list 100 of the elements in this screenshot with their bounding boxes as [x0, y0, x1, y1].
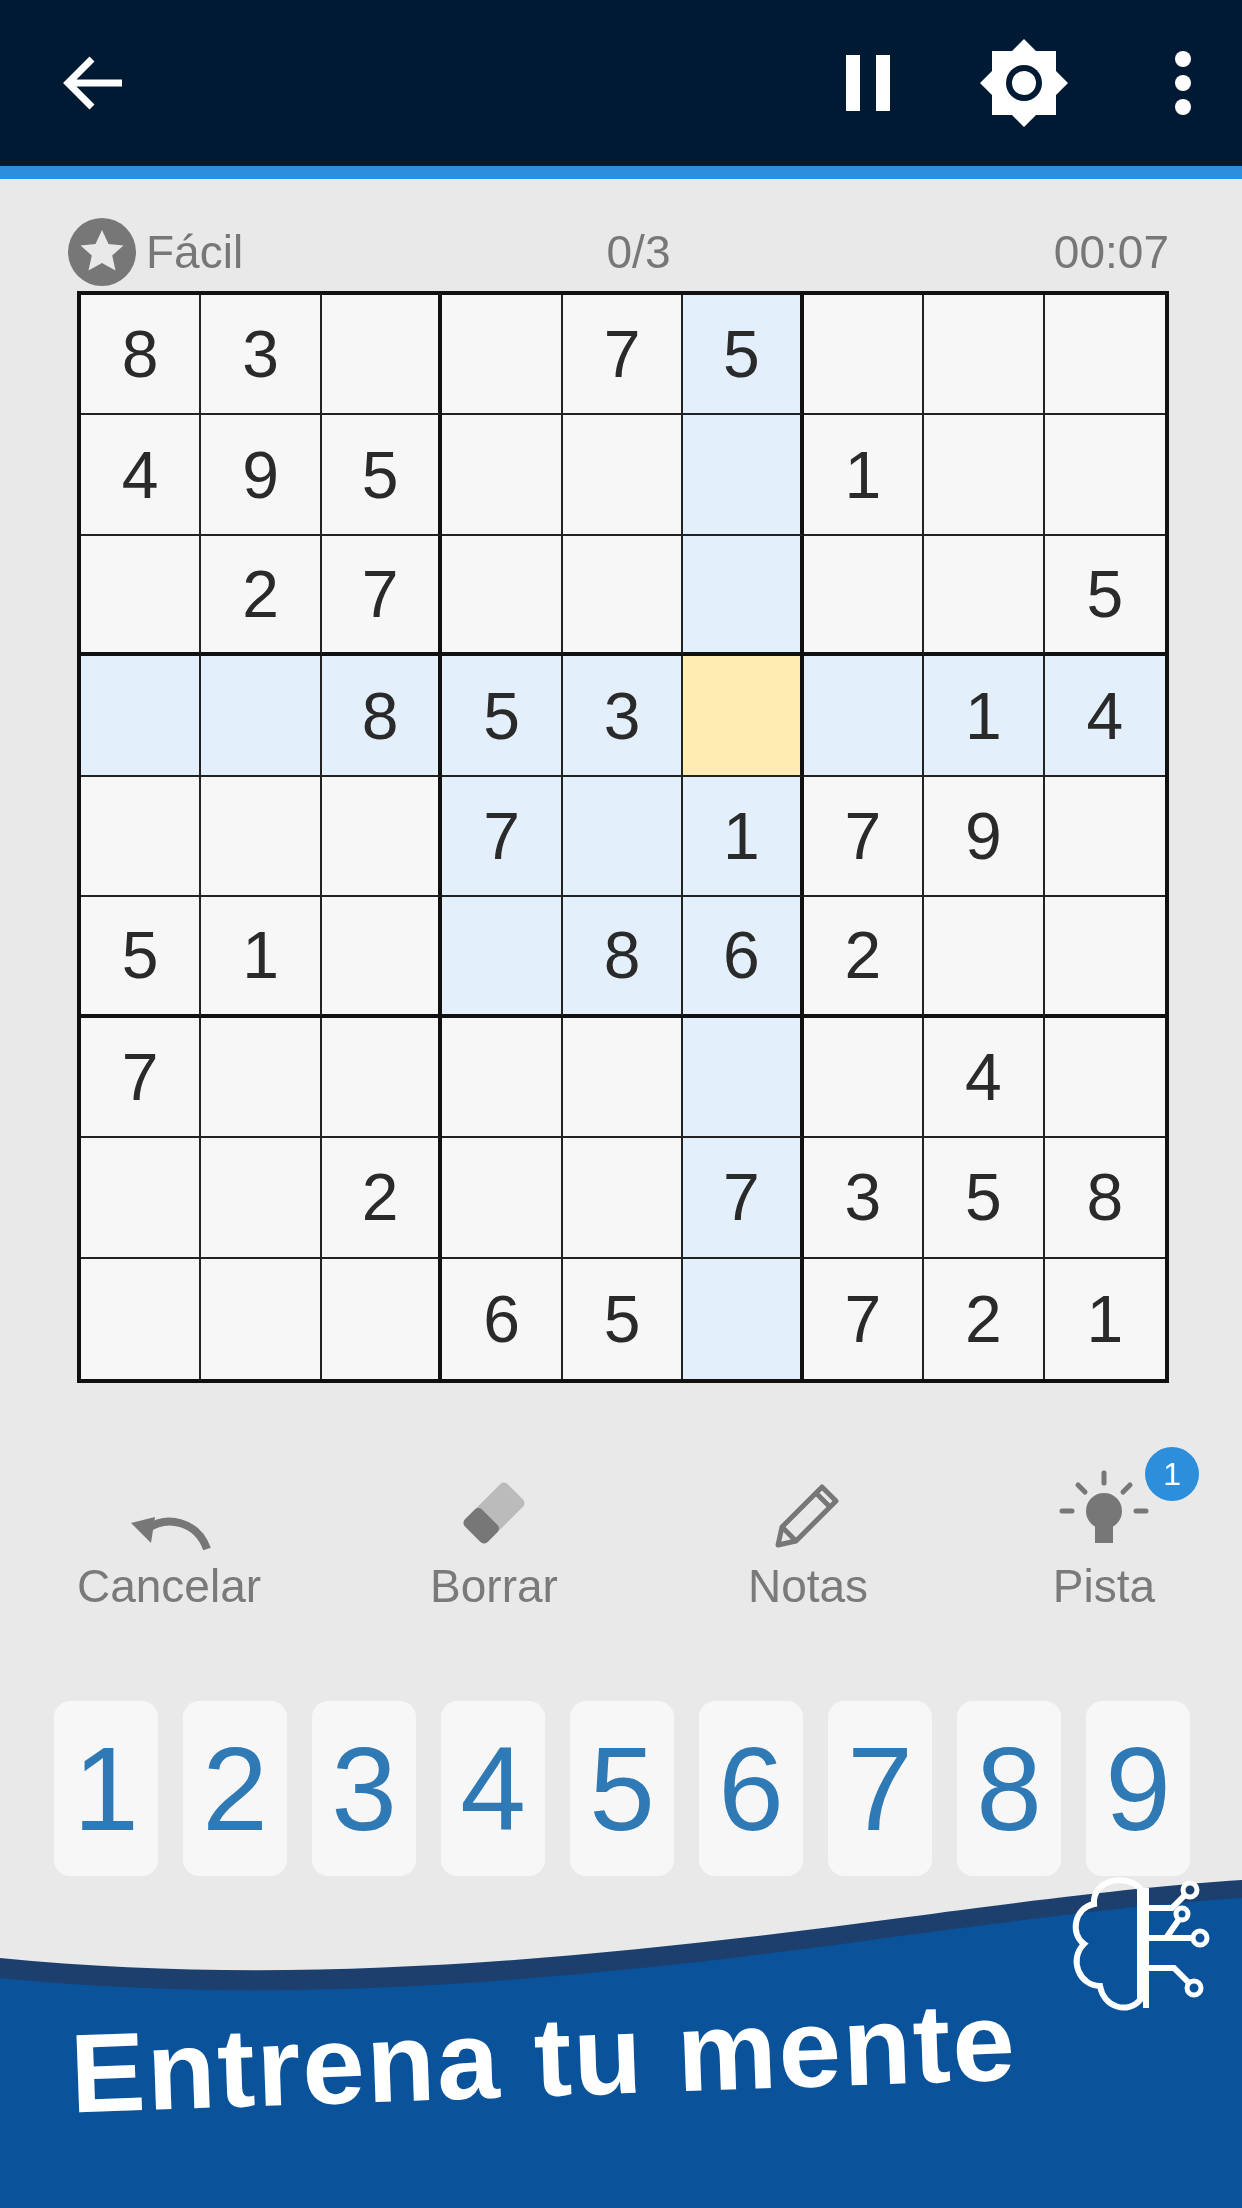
sudoku-cell[interactable] — [683, 656, 804, 777]
sudoku-cell[interactable] — [683, 415, 804, 536]
sudoku-cell[interactable] — [683, 1258, 804, 1379]
sudoku-cell[interactable] — [442, 897, 563, 1018]
sudoku-cell[interactable] — [81, 776, 202, 898]
sudoku-cell[interactable]: 5 — [1044, 535, 1165, 657]
sudoku-cell[interactable]: 4 — [81, 415, 202, 536]
number-key[interactable]: 5 — [570, 1701, 674, 1876]
sudoku-cell[interactable] — [683, 535, 804, 657]
sudoku-cell[interactable] — [562, 776, 684, 898]
sudoku-cell[interactable]: 1 — [803, 415, 925, 536]
sudoku-cell[interactable]: 9 — [201, 415, 322, 536]
brightness-icon — [978, 37, 1070, 129]
sudoku-cell[interactable] — [803, 535, 925, 657]
sudoku-cell[interactable] — [201, 656, 322, 777]
sudoku-cell[interactable] — [442, 1138, 563, 1259]
sudoku-cell[interactable] — [1044, 897, 1165, 1018]
undo-tool-button[interactable]: Cancelar — [76, 1463, 262, 1613]
sudoku-cell[interactable] — [442, 1017, 563, 1139]
more-options-button[interactable] — [1174, 50, 1192, 116]
sudoku-cell[interactable]: 5 — [683, 295, 804, 416]
sudoku-cell[interactable] — [924, 535, 1045, 657]
sudoku-cell[interactable]: 7 — [81, 1017, 202, 1139]
sudoku-cell[interactable] — [562, 1017, 684, 1139]
sudoku-cell[interactable] — [803, 295, 925, 416]
sudoku-cell[interactable]: 9 — [924, 776, 1045, 898]
sudoku-cell[interactable]: 2 — [924, 1258, 1045, 1379]
sudoku-cell[interactable]: 5 — [321, 415, 443, 536]
sudoku-cell[interactable] — [1044, 415, 1165, 536]
sudoku-cell[interactable]: 8 — [81, 295, 202, 416]
number-key[interactable]: 4 — [441, 1701, 545, 1876]
sudoku-cell[interactable]: 5 — [924, 1138, 1045, 1259]
sudoku-cell[interactable] — [1044, 1017, 1165, 1139]
sudoku-cell[interactable]: 4 — [1044, 656, 1165, 777]
number-key[interactable]: 1 — [54, 1701, 158, 1876]
sudoku-cell[interactable]: 5 — [81, 897, 202, 1018]
sudoku-cell[interactable] — [201, 1017, 322, 1139]
sudoku-cell[interactable] — [1044, 776, 1165, 898]
sudoku-cell[interactable]: 8 — [321, 656, 443, 777]
sudoku-cell[interactable] — [803, 1017, 925, 1139]
sudoku-cell[interactable] — [803, 656, 925, 777]
sudoku-cell[interactable]: 2 — [201, 535, 322, 657]
sudoku-cell[interactable] — [924, 415, 1045, 536]
number-key[interactable]: 8 — [957, 1701, 1061, 1876]
pause-button[interactable] — [844, 55, 892, 111]
sudoku-cell[interactable] — [442, 295, 563, 416]
sudoku-cell[interactable]: 6 — [683, 897, 804, 1018]
sudoku-cell[interactable]: 7 — [321, 535, 443, 657]
sudoku-cell[interactable] — [442, 415, 563, 536]
sudoku-cell[interactable]: 8 — [1044, 1138, 1165, 1259]
sudoku-cell[interactable] — [1044, 295, 1165, 416]
sudoku-cell[interactable] — [924, 897, 1045, 1018]
mistakes-counter: 0/3 — [606, 225, 671, 279]
difficulty-label: Fácil — [146, 225, 244, 279]
sudoku-cell[interactable]: 5 — [562, 1258, 684, 1379]
sudoku-cell[interactable] — [562, 415, 684, 536]
timer: 00:07 — [1053, 225, 1169, 279]
sudoku-cell[interactable] — [201, 1258, 322, 1379]
sudoku-cell[interactable] — [683, 1017, 804, 1139]
sudoku-cell[interactable]: 6 — [442, 1258, 563, 1379]
sudoku-cell[interactable] — [321, 1258, 443, 1379]
number-key[interactable]: 3 — [312, 1701, 416, 1876]
number-key[interactable]: 6 — [699, 1701, 803, 1876]
sudoku-cell[interactable] — [562, 535, 684, 657]
sudoku-cell[interactable]: 4 — [924, 1017, 1045, 1139]
notes-tool-button[interactable]: Notas — [747, 1463, 869, 1613]
sudoku-cell[interactable] — [201, 776, 322, 898]
sudoku-cell[interactable]: 7 — [442, 776, 563, 898]
sudoku-cell[interactable] — [321, 776, 443, 898]
brightness-button[interactable] — [978, 37, 1070, 129]
sudoku-cell[interactable] — [321, 295, 443, 416]
sudoku-cell[interactable]: 1 — [924, 656, 1045, 777]
sudoku-cell[interactable] — [81, 1138, 202, 1259]
sudoku-cell[interactable] — [562, 1138, 684, 1259]
sudoku-cell[interactable] — [321, 897, 443, 1018]
sudoku-cell[interactable] — [321, 1017, 443, 1139]
sudoku-cell[interactable] — [924, 295, 1045, 416]
sudoku-cell[interactable] — [81, 1258, 202, 1379]
sudoku-cell[interactable]: 1 — [201, 897, 322, 1018]
sudoku-cell[interactable] — [442, 535, 563, 657]
sudoku-cell[interactable] — [201, 1138, 322, 1259]
sudoku-cell[interactable]: 1 — [683, 776, 804, 898]
number-key[interactable]: 7 — [828, 1701, 932, 1876]
sudoku-cell[interactable]: 7 — [803, 1258, 925, 1379]
number-key[interactable]: 2 — [183, 1701, 287, 1876]
sudoku-cell[interactable]: 1 — [1044, 1258, 1165, 1379]
sudoku-cell[interactable]: 2 — [321, 1138, 443, 1259]
sudoku-cell[interactable] — [81, 656, 202, 777]
sudoku-cell[interactable]: 7 — [562, 295, 684, 416]
number-key[interactable]: 9 — [1086, 1701, 1190, 1876]
sudoku-cell[interactable]: 2 — [803, 897, 925, 1018]
sudoku-cell[interactable]: 8 — [562, 897, 684, 1018]
sudoku-cell[interactable]: 3 — [201, 295, 322, 416]
sudoku-cell[interactable]: 5 — [442, 656, 563, 777]
sudoku-cell[interactable] — [81, 535, 202, 657]
sudoku-cell[interactable]: 7 — [803, 776, 925, 898]
sudoku-cell[interactable]: 3 — [562, 656, 684, 777]
sudoku-cell[interactable]: 3 — [803, 1138, 925, 1259]
sudoku-cell[interactable]: 7 — [683, 1138, 804, 1259]
erase-tool-button[interactable]: Borrar — [430, 1463, 558, 1613]
